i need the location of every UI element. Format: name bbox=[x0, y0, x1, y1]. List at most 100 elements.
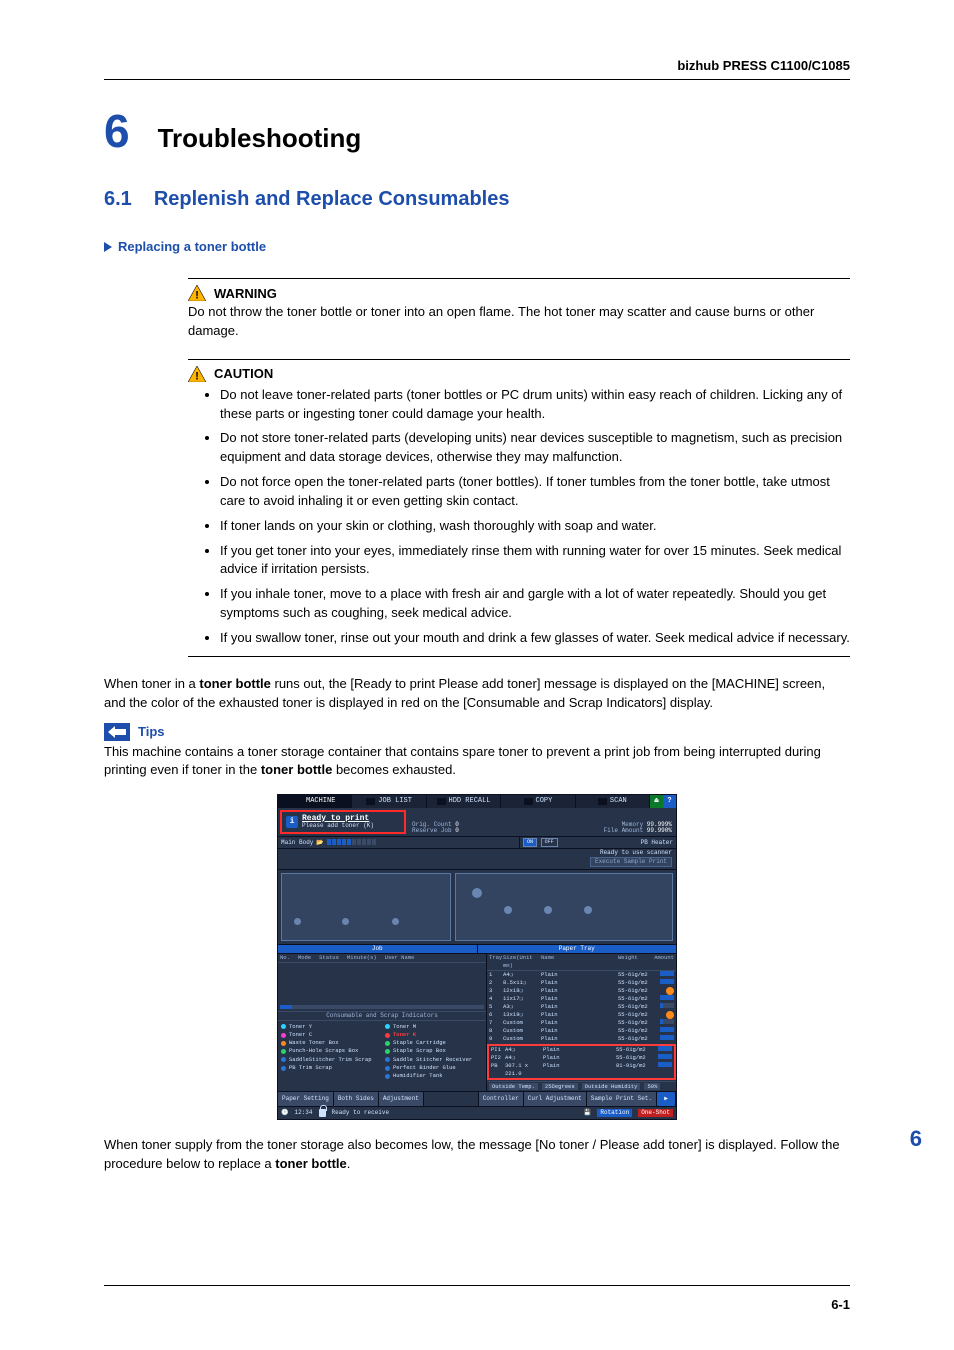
tips-icon bbox=[104, 723, 130, 741]
clock-icon: 🕒 bbox=[281, 1110, 288, 1116]
tray-amount bbox=[656, 995, 674, 1003]
section-heading: 6.1 Replenish and Replace Consumables bbox=[104, 188, 850, 211]
job-list-empty bbox=[278, 963, 486, 1003]
tray-number: PI2 bbox=[491, 1054, 505, 1062]
tray-row[interactable]: 7CustomPlain55-61g/m2 bbox=[487, 1019, 676, 1027]
amount-warn-icon bbox=[666, 1011, 674, 1019]
both-sides-button[interactable]: Both Sides bbox=[334, 1092, 379, 1106]
tab-hdd-recall[interactable]: HDD RECALL bbox=[427, 795, 501, 808]
tray-row[interactable]: 613x19❏Plain55-61g/m2 bbox=[487, 1011, 676, 1019]
divider bbox=[188, 359, 850, 360]
execute-sample-print-button[interactable]: Execute Sample Print bbox=[590, 857, 672, 867]
tray-weight: 81-91g/m2 bbox=[616, 1062, 654, 1078]
status-message: i Ready to print Please add toner (K) bbox=[280, 810, 406, 834]
adjustment-button[interactable]: Adjustment bbox=[379, 1092, 424, 1106]
tray-row[interactable]: 312x18❏Plain55-61g/m2 bbox=[487, 987, 676, 995]
tray-row[interactable]: PI1A4❏Plain55-61g/m2 bbox=[489, 1046, 674, 1054]
consumable-item: Toner C bbox=[281, 1031, 379, 1039]
hdd-icon bbox=[437, 798, 446, 805]
side-chapter-number: 6 bbox=[910, 1126, 922, 1152]
tray-size: A3❏ bbox=[503, 1003, 541, 1011]
chapter-title: Troubleshooting bbox=[158, 123, 362, 154]
value: 50% bbox=[644, 1083, 660, 1091]
consumable-name: Perfect Binder Glue bbox=[393, 1064, 456, 1072]
tray-name: Plain bbox=[541, 995, 618, 1003]
tray-number: 2 bbox=[489, 979, 503, 987]
col: Name bbox=[541, 954, 618, 970]
tray-row[interactable]: 9CustomPlain55-61g/m2 bbox=[487, 1035, 676, 1043]
consumable-item: Punch-Hole Scraps Box bbox=[281, 1047, 379, 1055]
paper-tray-pane: Tray Size(Unit mm) Name Weight Amount 1A… bbox=[487, 954, 676, 1091]
col: Mode bbox=[298, 955, 311, 961]
text-bold: toner bottle bbox=[275, 1156, 347, 1171]
header-model: bizhub PRESS C1100/C1085 bbox=[104, 58, 850, 79]
list-item: If toner lands on your skin or clothing,… bbox=[220, 517, 850, 536]
heater-on-button[interactable]: ON bbox=[523, 838, 537, 847]
tray-size: Custom bbox=[503, 1019, 541, 1027]
tray-row[interactable]: PB307.1 x 221.0Plain81-91g/m2 bbox=[489, 1062, 674, 1078]
spacer bbox=[424, 1092, 479, 1106]
tray-number: 9 bbox=[489, 1035, 503, 1043]
lower-panes: No. Mode Status Minute(s) User Name Cons… bbox=[278, 953, 676, 1091]
status-dot-icon bbox=[385, 1057, 390, 1062]
paper-setting-button[interactable]: Paper Setting bbox=[278, 1092, 334, 1106]
consumable-name: SaddleStitcher Trim Scrap bbox=[289, 1056, 372, 1064]
tray-row[interactable]: 28.5x11❏Plain55-61g/m2 bbox=[487, 979, 676, 987]
tray-size: Custom bbox=[503, 1035, 541, 1043]
consumable-name: PB Trim Scrap bbox=[289, 1064, 332, 1072]
amount-bar-icon bbox=[658, 1046, 672, 1051]
list-item: If you inhale toner, move to a place wit… bbox=[220, 585, 850, 623]
controller-button[interactable]: Controller bbox=[479, 1092, 524, 1106]
tray-weight: 55-61g/m2 bbox=[618, 995, 656, 1003]
top-tabs: MACHINE JOB LIST HDD RECALL COPY SCAN ⏏ … bbox=[278, 795, 676, 808]
sample-print-set-button[interactable]: Sample Print Set. bbox=[587, 1092, 657, 1106]
tab-machine[interactable]: MACHINE bbox=[278, 795, 352, 808]
footer-status: 🕒 12:34 Ready to receive 💾 Rotation One-… bbox=[278, 1106, 676, 1119]
tab-job-list[interactable]: JOB LIST bbox=[352, 795, 426, 808]
tray-number: 3 bbox=[489, 987, 503, 995]
tray-header: Paper Tray bbox=[477, 945, 677, 953]
amount-low-icon bbox=[660, 1019, 674, 1024]
tray-number: 5 bbox=[489, 1003, 503, 1011]
chapter-heading: 6 Troubleshooting bbox=[104, 108, 850, 154]
curl-adjustment-button[interactable]: Curl Adjustment bbox=[524, 1092, 587, 1106]
paragraph: When toner supply from the toner storage… bbox=[104, 1136, 850, 1174]
tray-row[interactable]: 8CustomPlain55-61g/m2 bbox=[487, 1027, 676, 1035]
chapter-number: 6 bbox=[104, 108, 130, 154]
heater-off-button[interactable]: OFF bbox=[541, 838, 558, 847]
environment-row: Outside Temp. 25Degrees Outside Humidity… bbox=[487, 1081, 676, 1092]
copy-icon bbox=[524, 798, 533, 805]
finisher-diagram bbox=[281, 873, 451, 941]
gauge-segments bbox=[327, 839, 377, 847]
tray-weight: 55-61g/m2 bbox=[618, 1003, 656, 1011]
consumable-name: Toner K bbox=[393, 1031, 416, 1039]
tray-name: Plain bbox=[541, 1027, 618, 1035]
consumable-name: Saddle Stitcher Receiver bbox=[393, 1056, 472, 1064]
tray-size: 307.1 x 221.0 bbox=[505, 1062, 543, 1078]
tray-weight: 55-61g/m2 bbox=[616, 1054, 654, 1062]
tray-row[interactable]: PI2A4❏Plain55-61g/m2 bbox=[489, 1054, 674, 1062]
triangle-icon bbox=[104, 242, 112, 252]
label: Main Body bbox=[281, 840, 313, 846]
text: This machine contains a toner storage co… bbox=[104, 744, 821, 778]
tab-copy[interactable]: COPY bbox=[501, 795, 575, 808]
tray-weight: 55-61g/m2 bbox=[618, 1011, 656, 1019]
tray-size: 11x17❏ bbox=[503, 995, 541, 1003]
help-button[interactable]: ? bbox=[663, 795, 676, 808]
status-dot-icon bbox=[281, 1041, 286, 1046]
scanner-status: Ready to use scanner bbox=[278, 848, 676, 857]
value: 0 bbox=[455, 827, 459, 834]
machine-screen-figure: MACHINE JOB LIST HDD RECALL COPY SCAN ⏏ … bbox=[104, 794, 850, 1120]
tray-row[interactable]: 5A3❏Plain55-61g/m2 bbox=[487, 1003, 676, 1011]
tray-row[interactable]: 411x17❏Plain55-61g/m2 bbox=[487, 995, 676, 1003]
eco-button[interactable]: ⏏ bbox=[650, 795, 663, 808]
gauge-icon: 📂 bbox=[316, 840, 323, 846]
svg-text:!: ! bbox=[195, 289, 199, 301]
tray-row[interactable]: 1A4❏Plain55-61g/m2 bbox=[487, 971, 676, 979]
list-item: Do not leave toner-related parts (toner … bbox=[220, 386, 850, 424]
gauge-row: Main Body 📂 ON OFF PB Heater bbox=[278, 836, 676, 848]
tab-scan[interactable]: SCAN bbox=[576, 795, 650, 808]
col: Size(Unit mm) bbox=[503, 954, 541, 970]
tips-label: Tips bbox=[138, 724, 165, 739]
next-button[interactable]: ▶ bbox=[657, 1092, 676, 1106]
